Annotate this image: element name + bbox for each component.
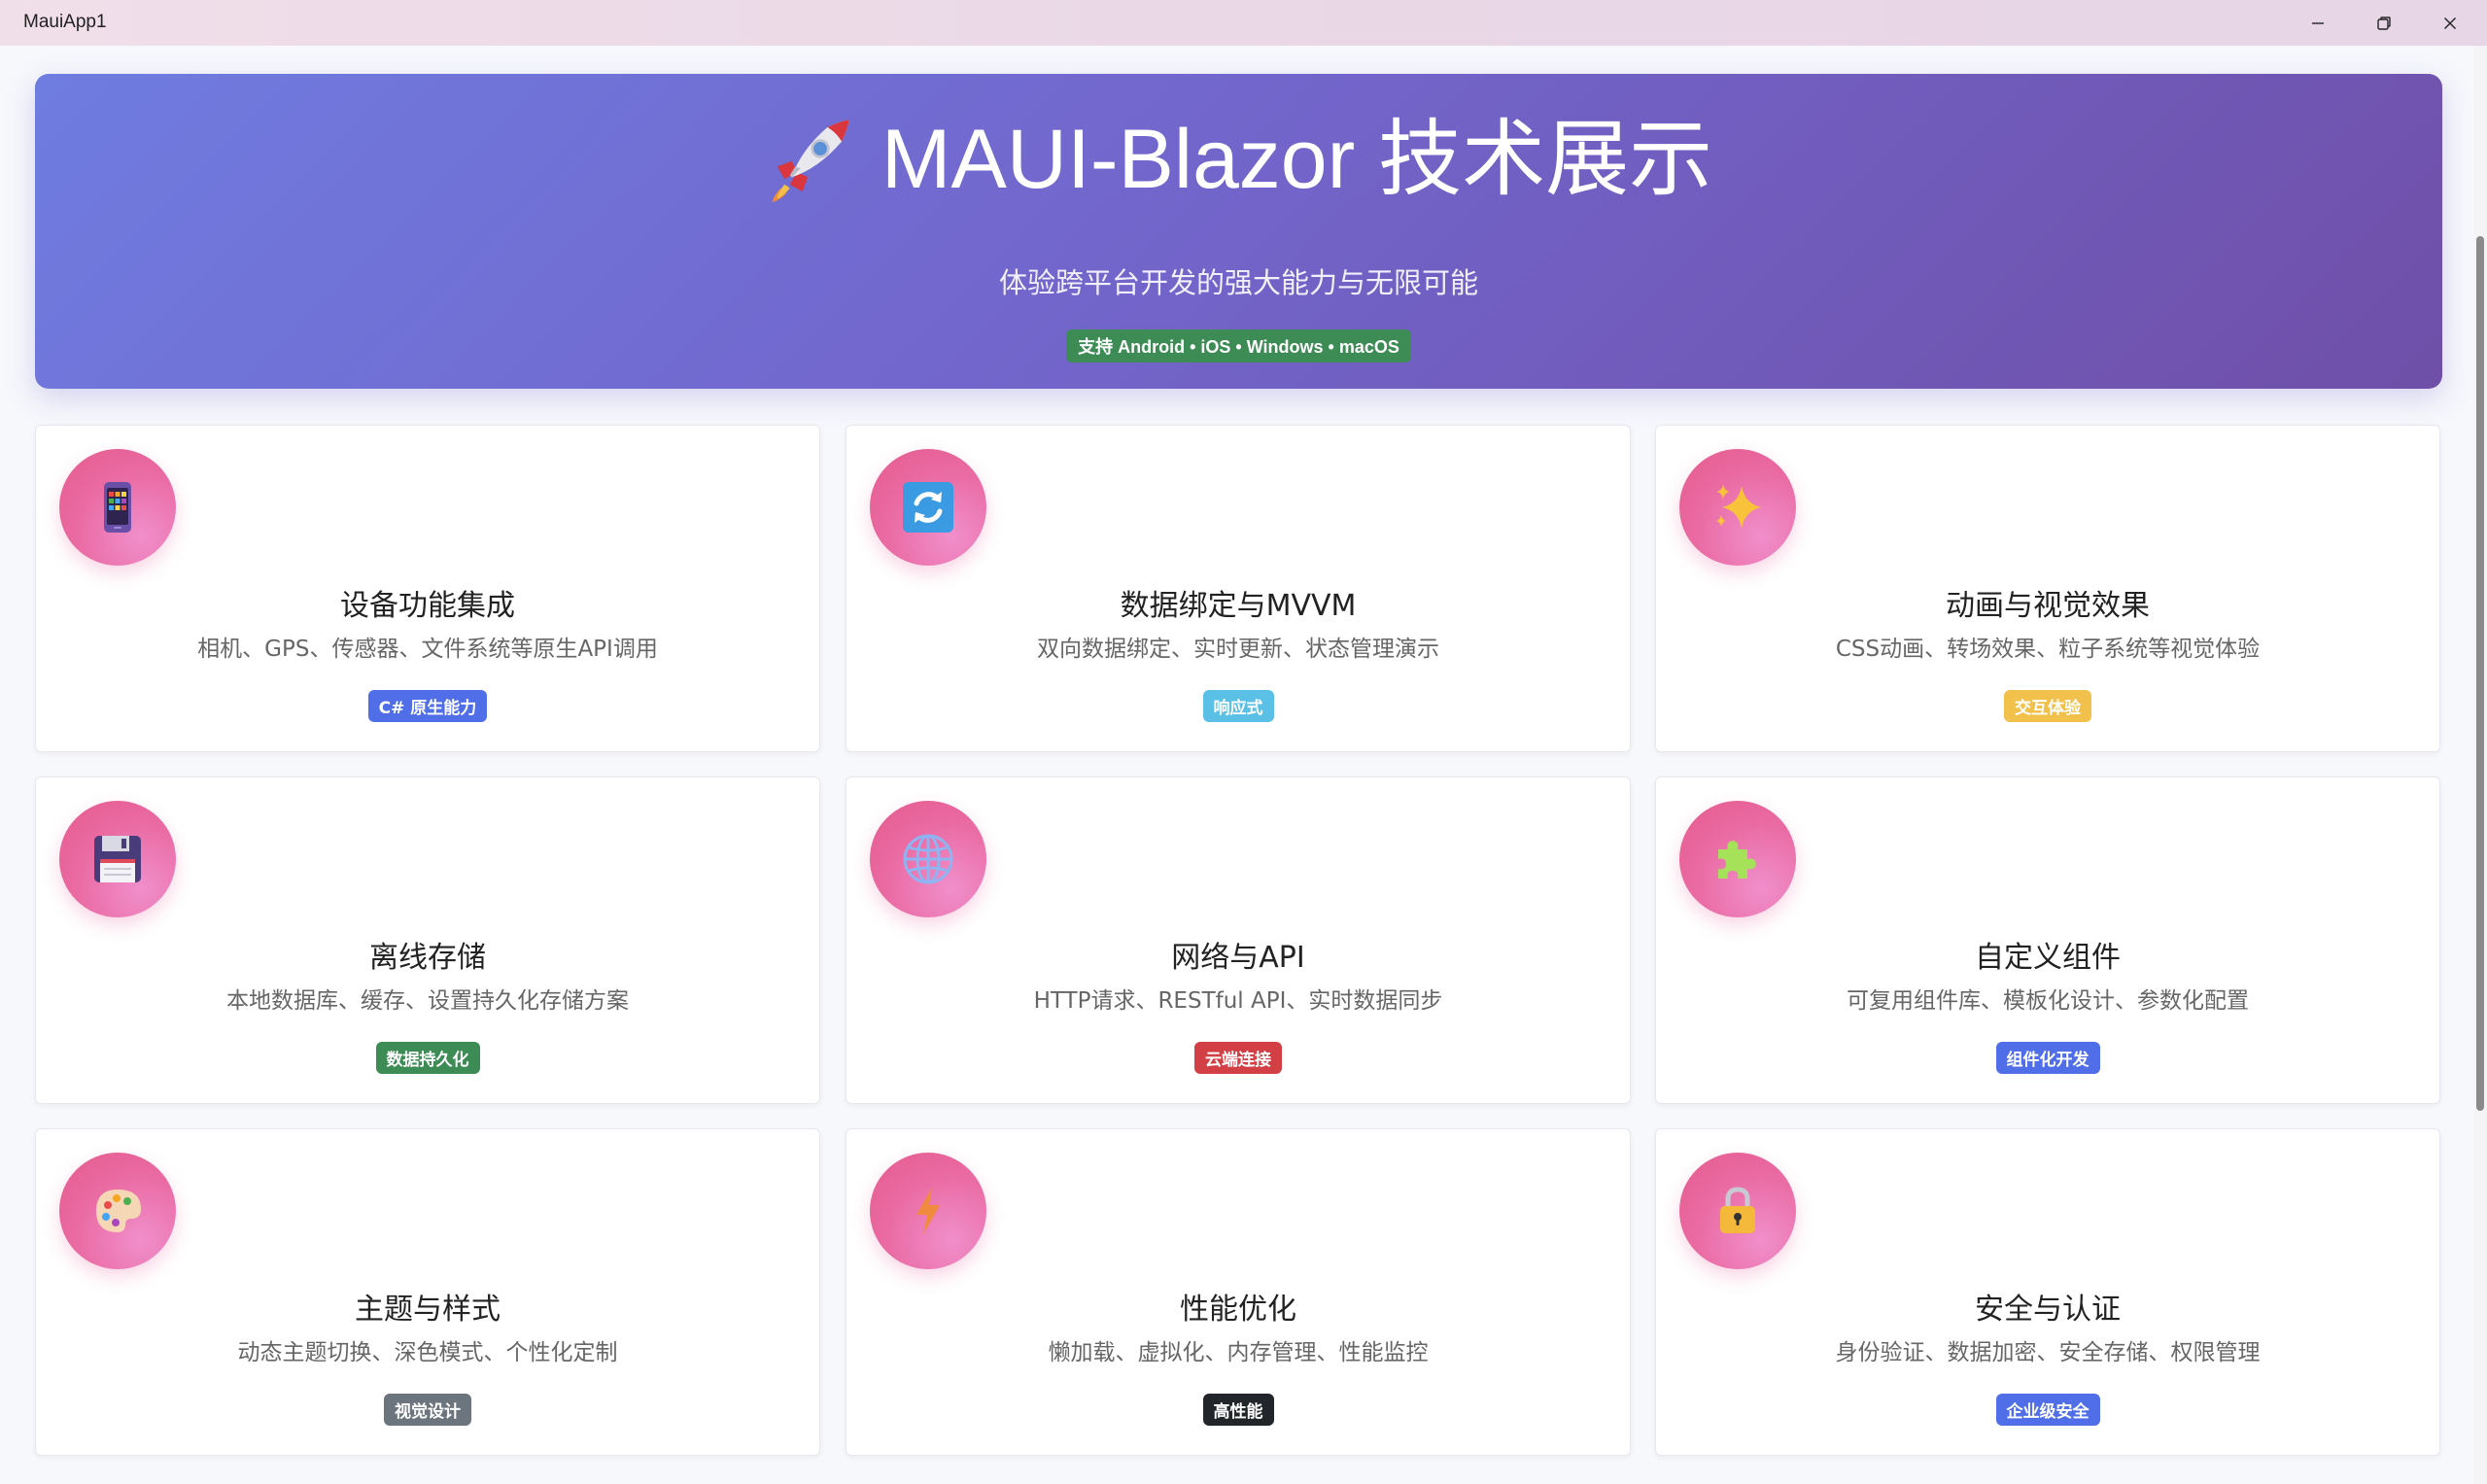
- card-title: 性能优化: [1180, 1293, 1296, 1327]
- card-badge: C# 原生能力: [367, 690, 488, 722]
- card-description: 可复用组件库、模板化设计、参数化配置: [1847, 988, 2249, 1014]
- hero-subtitle: 体验跨平台开发的强大能力与无限可能: [998, 266, 1478, 299]
- card-badge-wrapper: 高性能: [846, 1394, 1630, 1426]
- card-title: 主题与样式: [355, 1293, 501, 1327]
- card-badge-wrapper: 企业级安全: [1656, 1394, 2439, 1426]
- palette-icon: [59, 1153, 176, 1269]
- card-badge-wrapper: 交互体验: [1656, 690, 2439, 722]
- card-description: CSS动画、转场效果、粒子系统等视觉体验: [1835, 637, 2261, 662]
- feature-card-network[interactable]: 网络与API HTTP请求、RESTful API、实时数据同步 云端连接: [846, 777, 1631, 1104]
- card-badge: 数据持久化: [375, 1042, 480, 1074]
- feature-card-offline-storage[interactable]: 离线存储 本地数据库、缓存、设置持久化存储方案 数据持久化: [35, 777, 820, 1104]
- hero-banner: MAUI-Blazor 技术展示 体验跨平台开发的强大能力与无限可能 支持 An…: [35, 74, 2442, 389]
- minimize-button[interactable]: [2285, 0, 2351, 46]
- card-description: 双向数据绑定、实时更新、状态管理演示: [1037, 637, 1439, 662]
- restore-button[interactable]: [2351, 0, 2417, 46]
- card-badge-wrapper: 组件化开发: [1656, 1042, 2439, 1074]
- feature-card-device[interactable]: 设备功能集成 相机、GPS、传感器、文件系统等原生API调用 C# 原生能力: [35, 425, 820, 752]
- card-title: 数据绑定与MVVM: [1120, 589, 1357, 623]
- window-title-bar: MauiApp1: [0, 0, 2487, 46]
- card-description: HTTP请求、RESTful API、实时数据同步: [1033, 988, 1443, 1014]
- card-badge: 云端连接: [1194, 1042, 1282, 1074]
- card-badge-wrapper: C# 原生能力: [36, 690, 819, 722]
- app-content: MAUI-Blazor 技术展示 体验跨平台开发的强大能力与无限可能 支持 An…: [0, 46, 2487, 1484]
- feature-card-theme[interactable]: 主题与样式 动态主题切换、深色模式、个性化定制 视觉设计: [35, 1128, 820, 1456]
- card-description: 动态主题切换、深色模式、个性化定制: [237, 1340, 618, 1365]
- feature-card-custom-components[interactable]: 自定义组件 可复用组件库、模板化设计、参数化配置 组件化开发: [1655, 777, 2440, 1104]
- card-badge-wrapper: 云端连接: [846, 1042, 1630, 1074]
- rocket-icon: [765, 115, 854, 204]
- card-badge: 高性能: [1202, 1394, 1274, 1426]
- hero-title: MAUI-Blazor 技术展示: [881, 113, 1713, 206]
- feature-card-animation[interactable]: 动画与视觉效果 CSS动画、转场效果、粒子系统等视觉体验 交互体验: [1655, 425, 2440, 752]
- sparkles-icon: [1679, 449, 1796, 566]
- close-icon: [2444, 17, 2456, 29]
- restore-icon: [2377, 16, 2391, 30]
- feature-card-data-binding[interactable]: 数据绑定与MVVM 双向数据绑定、实时更新、状态管理演示 响应式: [846, 425, 1631, 752]
- hero-title-row: MAUI-Blazor 技术展示: [35, 111, 2442, 208]
- card-title: 离线存储: [369, 941, 486, 975]
- window-title: MauiApp1: [23, 12, 107, 32]
- card-badge-wrapper: 响应式: [846, 690, 1630, 722]
- card-title: 设备功能集成: [340, 589, 515, 623]
- puzzle-piece-icon: [1679, 801, 1796, 917]
- hero-badge-wrapper: 支持 Android • iOS • Windows • macOS: [35, 329, 2442, 362]
- card-badge: 视觉设计: [384, 1394, 471, 1426]
- card-badge: 组件化开发: [1995, 1042, 2100, 1074]
- minimize-icon: [2312, 21, 2324, 24]
- platform-badge: 支持 Android • iOS • Windows • macOS: [1066, 329, 1411, 362]
- card-title: 安全与认证: [1975, 1293, 2121, 1327]
- card-badge: 交互体验: [2004, 690, 2091, 722]
- lightning-icon: [870, 1153, 986, 1269]
- lock-icon: [1679, 1153, 1796, 1269]
- feature-card-security[interactable]: 安全与认证 身份验证、数据加密、安全存储、权限管理 企业级安全: [1655, 1128, 2440, 1456]
- card-description: 本地数据库、缓存、设置持久化存储方案: [226, 988, 629, 1014]
- card-title: 动画与视觉效果: [1946, 589, 2150, 623]
- card-title: 网络与API: [1171, 941, 1305, 975]
- card-badge: 响应式: [1202, 690, 1274, 722]
- card-description: 身份验证、数据加密、安全存储、权限管理: [1835, 1340, 2261, 1365]
- mobile-app-icon: [59, 449, 176, 566]
- card-title: 自定义组件: [1975, 941, 2121, 975]
- feature-card-performance[interactable]: 性能优化 懒加载、虚拟化、内存管理、性能监控 高性能: [846, 1128, 1631, 1456]
- globe-icon: [870, 801, 986, 917]
- close-button[interactable]: [2417, 0, 2483, 46]
- card-badge-wrapper: 视觉设计: [36, 1394, 819, 1426]
- sync-icon: [870, 449, 986, 566]
- card-badge-wrapper: 数据持久化: [36, 1042, 819, 1074]
- floppy-disk-icon: [59, 801, 176, 917]
- card-badge: 企业级安全: [1995, 1394, 2100, 1426]
- card-description: 懒加载、虚拟化、内存管理、性能监控: [1048, 1340, 1429, 1365]
- vertical-scrollbar-thumb[interactable]: [2476, 236, 2484, 1111]
- card-description: 相机、GPS、传感器、文件系统等原生API调用: [197, 637, 658, 662]
